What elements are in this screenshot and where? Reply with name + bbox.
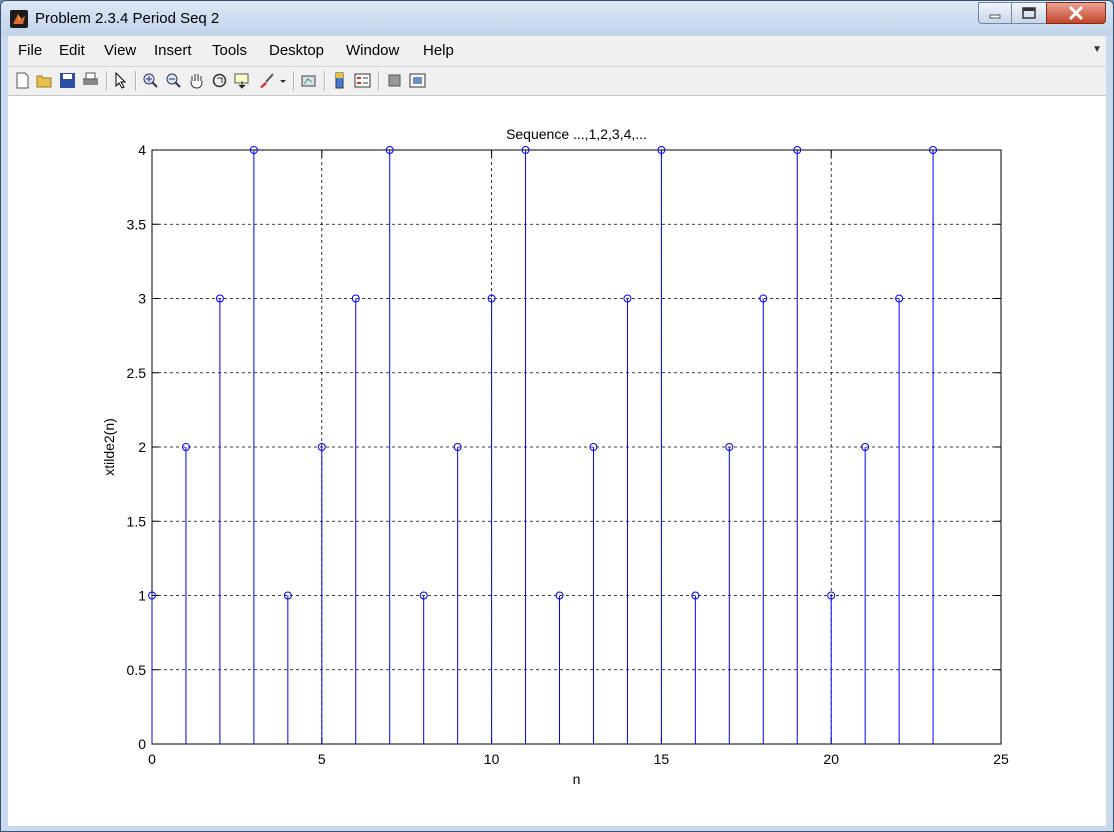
y-tick-label: 2 xyxy=(138,439,146,455)
y-tick-label: 1.5 xyxy=(127,513,147,529)
print-icon[interactable] xyxy=(82,72,99,89)
save-icon[interactable] xyxy=(59,72,76,89)
toolbar-separator xyxy=(324,71,326,91)
y-tick-label: 0 xyxy=(138,736,146,752)
menu-window[interactable]: Window xyxy=(346,42,399,59)
rotate-3d-icon[interactable] xyxy=(211,72,228,89)
menu-help[interactable]: Help xyxy=(423,42,454,59)
axis-ticks: 0 5 10 15 20 25 0 0.5 1 1.5 2 2.5 3 3.5 4 xyxy=(127,142,1009,767)
menu-overflow-arrow-icon[interactable]: ▼ xyxy=(1092,44,1102,55)
menu-bar: File Edit View Insert Tools Desktop Wind… xyxy=(8,36,1106,67)
x-tick-label: 0 xyxy=(148,751,156,767)
chart-title: Sequence ...,1,2,3,4,... xyxy=(506,126,647,142)
menu-edit[interactable]: Edit xyxy=(59,42,85,59)
y-tick-label: 2.5 xyxy=(127,365,147,381)
show-plot-tools-icon[interactable] xyxy=(409,72,426,89)
new-file-icon[interactable] xyxy=(14,72,31,89)
zoom-in-icon[interactable] xyxy=(142,72,159,89)
maximize-button[interactable] xyxy=(1011,2,1047,24)
hide-plot-tools-icon[interactable] xyxy=(386,72,403,89)
window-title: Problem 2.3.4 Period Seq 2 xyxy=(35,10,220,27)
x-tick-label: 5 xyxy=(318,751,326,767)
figure-toolbar xyxy=(8,67,1106,96)
link-plot-icon[interactable] xyxy=(300,72,317,89)
title-bar[interactable]: Problem 2.3.4 Period Seq 2 xyxy=(1,1,1113,36)
toolbar-separator xyxy=(106,71,108,91)
x-axis-label: n xyxy=(573,771,581,787)
y-tick-label: 3.5 xyxy=(127,216,147,232)
stem-plot: 0 5 10 15 20 25 0 0.5 1 1.5 2 2.5 3 3.5 4 Sequence ...… xyxy=(101,126,1009,787)
close-button[interactable] xyxy=(1046,2,1106,24)
legend-icon[interactable] xyxy=(354,72,371,89)
x-tick-label: 15 xyxy=(654,751,670,767)
stem-series xyxy=(148,146,938,744)
dropdown-arrow-icon[interactable] xyxy=(278,72,288,89)
y-tick-label: 0.5 xyxy=(127,662,147,678)
data-cursor-icon[interactable] xyxy=(234,72,251,89)
toolbar-separator xyxy=(135,71,137,91)
x-tick-label: 25 xyxy=(993,751,1009,767)
toolbar-separator xyxy=(378,71,380,91)
x-tick-label: 10 xyxy=(484,751,500,767)
toolbar-separator xyxy=(293,71,295,91)
open-folder-icon[interactable] xyxy=(36,72,53,89)
menu-tools[interactable]: Tools xyxy=(212,42,247,59)
menu-insert[interactable]: Insert xyxy=(154,42,192,59)
minimize-button[interactable] xyxy=(978,2,1012,24)
menu-file[interactable]: File xyxy=(18,42,42,59)
zoom-out-icon[interactable] xyxy=(165,72,182,89)
colorbar-icon[interactable] xyxy=(331,72,348,89)
brush-icon[interactable] xyxy=(258,72,275,89)
grid-lines xyxy=(152,150,1001,744)
y-tick-label: 4 xyxy=(138,142,146,158)
y-tick-label: 3 xyxy=(138,291,146,307)
pointer-icon[interactable] xyxy=(112,71,129,89)
menu-desktop[interactable]: Desktop xyxy=(269,42,324,59)
y-axis-label: xtilde2(n) xyxy=(101,418,117,476)
y-tick-label: 1 xyxy=(138,588,146,604)
x-tick-label: 20 xyxy=(823,751,839,767)
matlab-app-icon xyxy=(10,10,28,28)
figure-canvas: 0 5 10 15 20 25 0 0.5 1 1.5 2 2.5 3 3.5 4 Sequence ...… xyxy=(8,96,1106,826)
menu-view[interactable]: View xyxy=(104,42,136,59)
pan-hand-icon[interactable] xyxy=(188,72,205,89)
figure-window: Problem 2.3.4 Period Seq 2 File Edit Vie… xyxy=(0,0,1114,832)
